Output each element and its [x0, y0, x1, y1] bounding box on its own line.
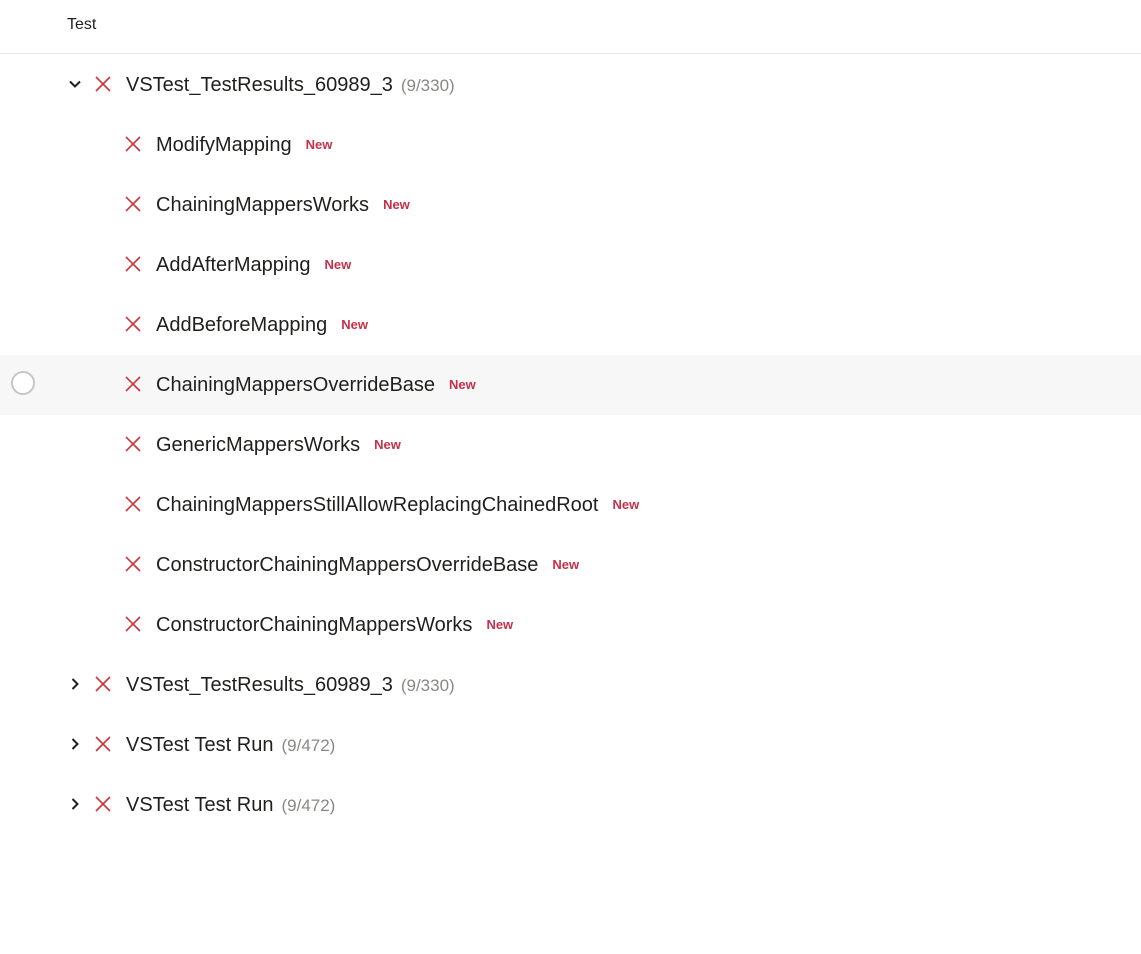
test-name: ChainingMappersWorks: [156, 194, 370, 216]
select-circle-icon[interactable]: [11, 371, 35, 395]
chevron-right-icon[interactable]: [67, 676, 83, 692]
test-label: ChainingMappersStillAllowReplacingChaine…: [156, 493, 639, 519]
test-name: AddBeforeMapping: [156, 314, 328, 336]
tree-group-row[interactable]: VSTest Test Run (9/472): [0, 715, 1141, 775]
chevron-right-icon[interactable]: [67, 796, 83, 812]
failed-x-icon: [94, 675, 112, 693]
chevron-down-icon[interactable]: [67, 76, 83, 92]
new-badge: New: [486, 617, 514, 632]
failed-x-icon: [124, 315, 142, 333]
test-label: ChainingMappersWorks New: [156, 193, 410, 219]
test-row[interactable]: ConstructorChainingMappersWorks New: [0, 595, 1141, 655]
header: Test: [0, 0, 1141, 54]
test-row[interactable]: ModifyMapping New: [0, 115, 1141, 175]
failed-x-icon: [94, 795, 112, 813]
test-name: ConstructorChainingMappersOverrideBase: [156, 554, 539, 576]
test-name: ConstructorChainingMappersWorks: [156, 614, 473, 636]
test-label: ConstructorChainingMappersOverrideBase Ne…: [156, 553, 579, 579]
new-badge: New: [305, 137, 333, 152]
test-row[interactable]: ConstructorChainingMappersOverrideBase Ne…: [0, 535, 1141, 595]
tree-group-row[interactable]: VSTest Test Run (9/472): [0, 775, 1141, 835]
test-name: ChainingMappersStillAllowReplacingChaine…: [156, 494, 599, 516]
failed-x-icon: [124, 495, 142, 513]
new-badge: New: [341, 317, 368, 332]
failed-x-icon: [94, 75, 112, 93]
group-name: VSTest Test Run: [126, 734, 274, 756]
group-name: VSTest_TestResults_60989_3: [126, 74, 393, 96]
group-name: VSTest Test Run: [126, 794, 274, 816]
failed-x-icon: [124, 615, 142, 633]
test-results-tree: VSTest_TestResults_60989_3 (9/330) Modify…: [0, 55, 1141, 835]
new-badge: New: [552, 557, 580, 572]
test-name: ModifyMapping: [156, 134, 292, 156]
test-row[interactable]: GenericMappersWorks New: [0, 415, 1141, 475]
tree-group-row[interactable]: VSTest_TestResults_60989_3 (9/330): [0, 655, 1141, 715]
group-count: (9/472): [281, 796, 336, 815]
failed-x-icon: [124, 375, 142, 393]
test-label: AddBeforeMapping New: [156, 313, 368, 339]
new-badge: New: [449, 377, 476, 392]
test-row[interactable]: AddBeforeMapping New: [0, 295, 1141, 355]
chevron-right-icon[interactable]: [67, 736, 83, 752]
test-label: ConstructorChainingMappersWorks New: [156, 613, 513, 639]
group-count: (9/330): [400, 676, 455, 695]
new-badge: New: [612, 497, 640, 512]
failed-x-icon: [124, 195, 142, 213]
failed-x-icon: [94, 735, 112, 753]
test-row-selected[interactable]: ChainingMappersOverrideBase New: [0, 355, 1141, 415]
test-row[interactable]: ChainingMappersStillAllowReplacingChaine…: [0, 475, 1141, 535]
group-label: VSTest_TestResults_60989_3 (9/330): [126, 673, 455, 698]
test-label: GenericMappersWorks New: [156, 433, 401, 459]
test-label: AddAfterMapping New: [156, 253, 351, 279]
failed-x-icon: [124, 255, 142, 273]
group-label: VSTest Test Run (9/472): [126, 793, 335, 818]
test-row[interactable]: AddAfterMapping New: [0, 235, 1141, 295]
new-badge: New: [324, 257, 352, 272]
test-name: AddAfterMapping: [156, 254, 311, 276]
test-name: ChainingMappersOverrideBase: [156, 374, 436, 396]
new-badge: New: [383, 197, 410, 212]
group-label: VSTest Test Run (9/472): [126, 733, 335, 758]
test-name: GenericMappersWorks: [156, 434, 361, 456]
test-label: ChainingMappersOverrideBase New: [156, 373, 476, 399]
group-count: (9/472): [281, 736, 336, 755]
failed-x-icon: [124, 135, 142, 153]
test-label: ModifyMapping New: [156, 133, 332, 159]
tree-group-row[interactable]: VSTest_TestResults_60989_3 (9/330): [0, 55, 1141, 115]
header-title: Test: [67, 16, 97, 33]
group-label: VSTest_TestResults_60989_3 (9/330): [126, 73, 455, 98]
failed-x-icon: [124, 435, 142, 453]
group-count: (9/330): [400, 76, 455, 95]
new-badge: New: [374, 437, 401, 452]
failed-x-icon: [124, 555, 142, 573]
group-name: VSTest_TestResults_60989_3: [126, 674, 393, 696]
test-row[interactable]: ChainingMappersWorks New: [0, 175, 1141, 235]
